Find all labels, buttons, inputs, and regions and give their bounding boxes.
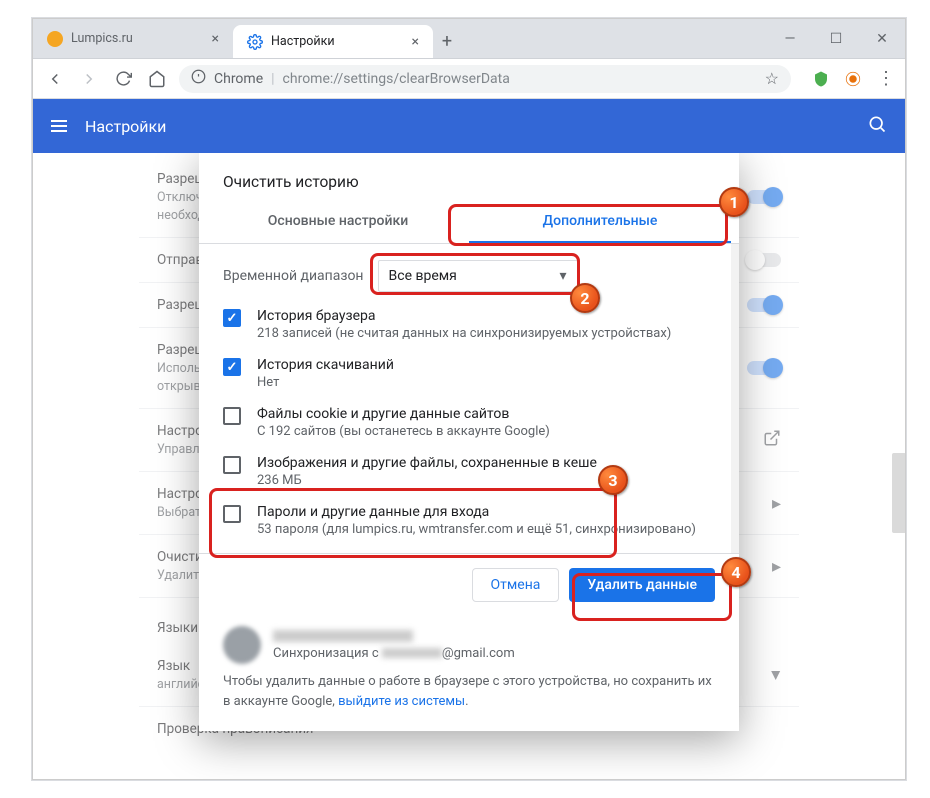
checkbox-sublabel: С 192 сайтов (вы останетесь в аккаунте G… <box>257 424 550 439</box>
sync-label: Синхронизация с <box>273 646 379 661</box>
close-icon[interactable]: × <box>212 31 219 47</box>
scrollbar[interactable] <box>731 244 739 553</box>
page-title: Настройки <box>85 117 166 136</box>
toolbar: Chrome | chrome://settings/clearBrowserD… <box>33 59 905 99</box>
tab-lumpics[interactable]: Lumpics.ru × <box>33 19 233 58</box>
dialog-footer: Синхронизация с @gmail.com Чтобы удалить… <box>199 612 739 717</box>
tab-strip: Lumpics.ru × Настройки × + — ☐ ✕ <box>33 19 905 59</box>
avatar <box>223 626 261 664</box>
checkbox-label: Файлы cookie и другие данные сайтов <box>257 406 550 422</box>
checkbox-label: История скачиваний <box>257 357 394 373</box>
checkbox-label: История браузера <box>257 308 671 324</box>
dialog-tabs: Основные настройки Дополнительные <box>199 201 739 244</box>
address-bar[interactable]: Chrome | chrome://settings/clearBrowserD… <box>179 65 791 93</box>
checkbox-label: Пароли и другие данные для входа <box>257 504 696 520</box>
caret-down-icon: ▾ <box>559 268 566 284</box>
tab-basic[interactable]: Основные настройки <box>207 201 469 243</box>
forward-button[interactable] <box>77 67 101 91</box>
checkbox[interactable] <box>223 358 241 376</box>
redacted-email <box>382 648 442 658</box>
dialog-title: Очистить историю <box>199 153 739 201</box>
sign-out-link[interactable]: выйдите из системы <box>338 694 465 709</box>
gear-icon <box>247 34 263 50</box>
home-button[interactable] <box>145 67 169 91</box>
search-icon[interactable] <box>867 114 887 139</box>
time-range-label: Временной диапазон <box>223 268 364 284</box>
checkbox-sublabel: 236 МБ <box>257 473 597 488</box>
checkbox[interactable] <box>223 456 241 474</box>
checkbox-sublabel: Нет <box>257 375 394 390</box>
menu-icon[interactable] <box>51 120 67 132</box>
browser-window: Lumpics.ru × Настройки × + — ☐ ✕ <box>32 18 906 780</box>
clear-data-button[interactable]: Удалить данные <box>569 568 715 602</box>
window-controls: — ☐ ✕ <box>767 19 905 58</box>
menu-icon[interactable]: ⋮ <box>875 69 895 89</box>
close-icon[interactable]: × <box>412 34 419 50</box>
tab-label: Lumpics.ru <box>71 31 133 46</box>
bookmark-icon[interactable]: ☆ <box>765 69 779 88</box>
checkbox[interactable] <box>223 407 241 425</box>
checkbox-row-cookies[interactable]: Файлы cookie и другие данные сайтов С 19… <box>223 398 715 447</box>
tab-advanced[interactable]: Дополнительные <box>469 201 731 243</box>
url-path: chrome://settings/clearBrowserData <box>283 71 510 87</box>
shield-icon[interactable] <box>811 69 831 89</box>
reload-button[interactable] <box>111 67 135 91</box>
email-suffix: @gmail.com <box>442 646 515 661</box>
dialog-actions: Отмена Удалить данные <box>199 553 739 612</box>
back-button[interactable] <box>43 67 67 91</box>
checkbox[interactable] <box>223 505 241 523</box>
time-range-select[interactable]: Все время ▾ <box>378 260 578 292</box>
checkbox-row-history[interactable]: История браузера 218 записей (не считая … <box>223 300 715 349</box>
favicon-lumpics <box>47 31 63 47</box>
extension-icon[interactable] <box>843 69 863 89</box>
site-info-icon[interactable] <box>191 69 206 88</box>
checkbox-label: Изображения и другие файлы, сохраненные … <box>257 455 597 471</box>
settings-content: Разрешить Отключите необходим Отправлять… <box>33 153 905 779</box>
checkbox[interactable] <box>223 309 241 327</box>
redacted-name <box>273 630 413 642</box>
minimize-button[interactable]: — <box>767 19 813 58</box>
url-origin: Chrome <box>214 71 263 87</box>
checkbox-row-downloads[interactable]: История скачиваний Нет <box>223 349 715 398</box>
select-value: Все время <box>389 268 457 284</box>
dialog-body: Временной диапазон Все время ▾ История б… <box>199 244 739 553</box>
tab-settings[interactable]: Настройки × <box>233 25 433 58</box>
footer-text: . <box>465 694 468 709</box>
cancel-button[interactable]: Отмена <box>472 568 560 602</box>
maximize-button[interactable]: ☐ <box>813 19 859 58</box>
checkbox-row-passwords[interactable]: Пароли и другие данные для входа 53 паро… <box>223 496 715 545</box>
close-button[interactable]: ✕ <box>859 19 905 58</box>
account-row: Синхронизация с @gmail.com <box>223 618 715 672</box>
checkbox-row-cache[interactable]: Изображения и другие файлы, сохраненные … <box>223 447 715 496</box>
settings-header: Настройки <box>33 99 905 153</box>
tab-label: Настройки <box>271 34 335 49</box>
checkbox-sublabel: 53 пароля (для lumpics.ru, wmtransfer.co… <box>257 522 696 537</box>
new-tab-button[interactable]: + <box>433 25 461 58</box>
clear-data-dialog: Очистить историю Основные настройки Допо… <box>199 153 739 731</box>
checkbox-sublabel: 218 записей (не считая данных на синхрон… <box>257 326 671 341</box>
